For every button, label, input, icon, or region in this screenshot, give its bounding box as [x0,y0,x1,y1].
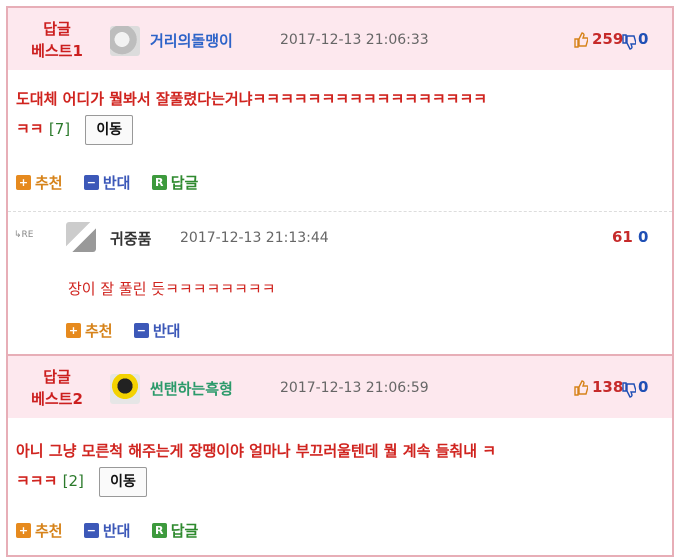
reply-label: 답글 [170,522,199,540]
recommend-label: 추천 [35,522,63,540]
reply-ref-link[interactable]: [7] [49,120,70,138]
comment-list: 답글 베스트1 거리의돌맹이 2017-12-13 21:06:33 259 0… [6,6,674,557]
r-icon: R [151,175,167,190]
comment-actions: + 추천 − 반대 R 답글 [16,520,214,541]
best-label: 답글 베스트1 [18,18,96,62]
reply-button[interactable]: R 답글 [151,172,199,193]
downvote-count: 0 [638,378,649,396]
timestamp: 2017-12-13 21:06:59 [280,380,429,396]
best-label: 답글 베스트2 [18,366,96,410]
downvote-count: 0 [638,228,649,246]
thumb-down-icon[interactable] [622,382,636,398]
r-icon: R [151,523,167,538]
upvote-count: 259 [592,30,624,48]
move-button[interactable]: 이동 [85,114,134,145]
best-label-line2: 베스트1 [31,42,83,60]
minus-icon: − [83,175,99,190]
best-comment-2-header: 답글 베스트2 썬탠하는흑형 2017-12-13 21:06:59 138 0 [8,356,672,418]
best-label-line1: 답글 [43,368,71,386]
oppose-label: 반대 [152,322,181,340]
recommend-button[interactable]: + 추천 [66,320,113,341]
reply-ref-link[interactable]: [2] [63,472,84,490]
recommend-button[interactable]: + 추천 [16,520,63,541]
comment-text-line1: 도대체 어디가 뭘봐서 잘풀렸다는거냐ㅋㅋㅋㅋㅋㅋㅋㅋㅋㅋㅋㅋㅋㅋㅋㅋㅋ [16,90,488,108]
best-label-line2: 베스트2 [31,390,83,408]
downvote-count: 0 [638,30,649,48]
oppose-button[interactable]: − 반대 [83,172,131,193]
oppose-button[interactable]: − 반대 [133,320,181,341]
best-comment-1-header: 답글 베스트1 거리의돌맹이 2017-12-13 21:06:33 259 0 [8,8,672,70]
recommend-button[interactable]: + 추천 [16,172,63,193]
plus-icon: + [16,523,31,538]
comment-text-line2: ㅋㅋ [16,120,44,138]
comment-body: 아니 그냥 모른척 해주는게 장땡이야 얼마나 부끄러울텐데 뭘 계속 들춰내 … [16,436,666,497]
avatar[interactable] [66,222,96,252]
reply-button[interactable]: R 답글 [151,520,199,541]
oppose-label: 반대 [102,174,131,192]
upvote-count: 61 [612,228,633,246]
comment-body: 도대체 어디가 뭘봐서 잘풀렸다는거냐ㅋㅋㅋㅋㅋㅋㅋㅋㅋㅋㅋㅋㅋㅋㅋㅋㅋ ㅋㅋ … [16,84,666,145]
thumb-down-icon[interactable] [622,34,636,50]
minus-icon: − [133,323,149,338]
re-mark: ↳RE [14,230,34,240]
comment-actions: + 추천 − 반대 R 답글 [16,172,214,193]
comment-text-line2: ㅋㅋㅋ [16,472,58,490]
thumb-up-icon[interactable] [574,380,588,396]
timestamp: 2017-12-13 21:13:44 [180,230,329,246]
plus-icon: + [16,175,31,190]
upvote-count: 138 [592,378,624,396]
plus-icon: + [66,323,81,338]
minus-icon: − [83,523,99,538]
recommend-label: 추천 [35,174,63,192]
thumb-up-icon[interactable] [574,32,588,48]
best-label-line1: 답글 [43,20,71,38]
reply-actions: + 추천 − 반대 [66,320,196,341]
reply-label: 답글 [170,174,199,192]
comment-text-line1: 아니 그냥 모른척 해주는게 장땡이야 얼마나 부끄러울텐데 뭘 계속 들춰내 … [16,442,497,460]
avatar[interactable] [110,26,140,56]
move-button[interactable]: 이동 [99,466,147,497]
nickname-link[interactable]: 귀중품 [110,228,151,249]
timestamp: 2017-12-13 21:06:33 [280,32,429,48]
avatar[interactable] [110,374,140,404]
divider [8,211,672,212]
nickname-link[interactable]: 거리의돌맹이 [150,30,233,51]
recommend-label: 추천 [85,322,113,340]
oppose-button[interactable]: − 반대 [83,520,131,541]
reply-text: 장이 잘 풀린 듯ㅋㅋㅋㅋㅋㅋㅋㅋ [68,280,276,298]
oppose-label: 반대 [102,522,131,540]
nickname-link[interactable]: 썬탠하는흑형 [150,378,233,399]
